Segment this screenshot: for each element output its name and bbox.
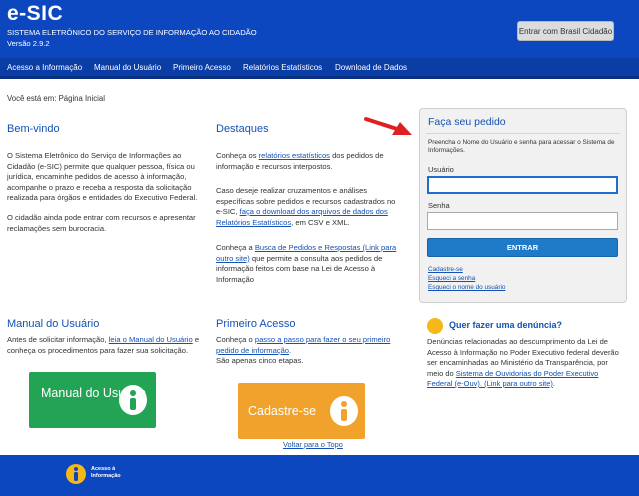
forgot-username-link[interactable]: Esqueci o nome do usuário (428, 284, 505, 291)
manual-text: Antes de solicitar informação, leia o Ma… (7, 335, 202, 356)
destaques-text-3: Conheça a Busca de Pedidos e Respostas (… (216, 243, 402, 285)
manual-text-pre: Antes de solicitar informação, (7, 335, 109, 344)
user-input[interactable] (427, 176, 618, 194)
cadastre-banner-text: Cadastre-se (248, 404, 317, 418)
site-logo[interactable]: e-SIC (7, 2, 63, 26)
cadastre-banner[interactable]: Cadastre-se (238, 383, 365, 439)
info-icon (330, 396, 358, 426)
breadcrumb: Você está em: Página Inicial (7, 94, 105, 103)
cadastre-se-link[interactable]: Cadastre-se (428, 266, 463, 273)
primeiro-text: Conheça o passo a passo para fazer o seu… (216, 335, 402, 356)
login-instructions: Preencha o Nome do Usuário e senha para … (428, 139, 615, 154)
manual-title: Manual do Usuário (7, 318, 100, 330)
login-title: Faça seu pedido (428, 116, 506, 128)
manual-link[interactable]: leia o Manual do Usuário (109, 335, 193, 344)
main-nav: Acesso a Informação Manual do Usuário Pr… (0, 58, 639, 79)
password-input[interactable] (427, 212, 618, 230)
destaques-text-1-pre: Conheça os (216, 151, 259, 160)
footer-brand-line2: Informação (91, 473, 121, 479)
destaques-text-2: Caso deseje realizar cruzamentos e análi… (216, 186, 402, 228)
nav-item-acesso-informacao[interactable]: Acesso a Informação (7, 63, 82, 72)
bemvindo-text: O Sistema Eletrônico do Serviço de Infor… (7, 151, 198, 202)
login-divider (426, 133, 620, 134)
gov-login-button[interactable]: Entrar com Brasil Cidadão (517, 21, 614, 41)
back-to-top-link[interactable]: Voltar para o Topo (283, 440, 343, 449)
primeiro-text-2: São apenas cinco etapas. (216, 356, 304, 365)
nav-item-relatorios[interactable]: Relatórios Estatísticos (243, 63, 322, 72)
primeiro-text-pre: Conheça o (216, 335, 255, 344)
relatorios-link[interactable]: relatórios estatísticos (259, 151, 330, 160)
site-subtitle: SISTEMA ELETRÔNICO DO SERVIÇO DE INFORMA… (7, 28, 257, 37)
denuncia-text: Denúncias relacionadas ao descumprimento… (427, 337, 623, 390)
user-label: Usuário (428, 165, 454, 174)
bemvindo-text-2: O cidadão ainda pode entrar com recursos… (7, 213, 196, 233)
nav-item-manual-usuario[interactable]: Manual do Usuário (94, 63, 161, 72)
site-version: Versão 2.9.2 (7, 39, 50, 48)
destaques-title: Destaques (216, 123, 269, 135)
info-icon (119, 385, 147, 415)
forgot-password-link[interactable]: Esqueci a senha (428, 275, 475, 282)
thumbs-down-icon (427, 318, 443, 334)
denuncia-title: Quer fazer uma denúncia? (449, 320, 563, 330)
destaques-text-2-post: , em CSV e XML. (291, 217, 350, 227)
bemvindo-title: Bem-vindo (7, 123, 60, 135)
password-label: Senha (428, 201, 450, 210)
red-arrow-icon (364, 117, 412, 135)
nav-item-primeiro-acesso[interactable]: Primeiro Acesso (173, 63, 231, 72)
destaques-text-1: Conheça os relatórios estatísticos dos p… (216, 151, 402, 172)
primeiro-title: Primeiro Acesso (216, 318, 296, 330)
nav-item-download-dados[interactable]: Download de Dados (335, 63, 407, 72)
site-header: e-SIC SISTEMA ELETRÔNICO DO SERVIÇO DE I… (0, 0, 639, 58)
footer-brand: Acesso à Informação (91, 466, 121, 480)
manual-banner[interactable]: Manual do Usuário (29, 372, 156, 428)
login-submit-button[interactable]: ENTRAR (427, 238, 618, 257)
denuncia-text-post: . (552, 379, 555, 388)
footer-brand-line1: Acesso à (91, 466, 116, 472)
destaques-text-3-pre: Conheça a (216, 243, 255, 252)
primeiro-text-post: . (289, 345, 292, 355)
acesso-informacao-logo-icon (66, 464, 86, 484)
login-box: Faça seu pedido Preencha o Nome do Usuár… (419, 108, 627, 303)
